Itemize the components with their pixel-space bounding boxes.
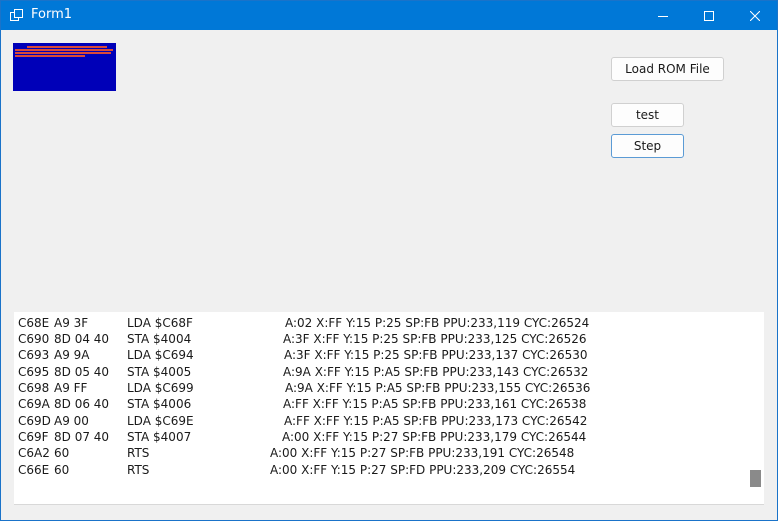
log-state: A:3F X:FF Y:15 P:25 SP:FB PPU:233,137 CY… [284, 348, 588, 362]
log-state: A:3F X:FF Y:15 P:25 SP:FB PPU:233,125 CY… [283, 332, 587, 346]
screen-text-line [15, 49, 113, 51]
minimize-icon [658, 15, 668, 17]
log-instruction: STA $4004 [127, 332, 192, 346]
log-instruction: STA $4006 [127, 397, 192, 411]
log-bytes: 8D 07 40 [54, 430, 110, 444]
log-row: C693 A9 9A LDA $C694 A:3F X:FF Y:15 P:25… [14, 347, 749, 363]
log-bytes: A9 9A [54, 348, 90, 362]
log-instruction: LDA $C694 [127, 348, 194, 362]
maximize-button[interactable] [686, 1, 732, 30]
log-bytes: 60 [54, 463, 70, 477]
main-window: Form1 Load ROM File test Step C68E A9 3F… [0, 0, 778, 521]
screen-text-line [27, 46, 107, 48]
log-state: A:00 X:FF Y:15 P:27 SP:FD PPU:233,209 CY… [270, 463, 576, 477]
log-instruction: LDA $C68F [127, 316, 193, 330]
app-window-icon [10, 9, 23, 21]
log-state: A:9A X:FF Y:15 P:A5 SP:FB PPU:233,155 CY… [285, 381, 591, 395]
log-address: C66E [18, 463, 50, 477]
log-instruction: LDA $C69E [127, 414, 194, 428]
load-rom-button[interactable]: Load ROM File [611, 57, 724, 81]
log-row: C69F 8D 07 40 STA $4007 A:00 X:FF Y:15 P… [14, 429, 749, 445]
minimize-button[interactable] [640, 1, 686, 30]
close-icon [750, 10, 760, 21]
log-state: A:FF X:FF Y:15 P:A5 SP:FB PPU:233,173 CY… [284, 414, 588, 428]
log-row: C66E 60 RTS A:00 X:FF Y:15 P:27 SP:FD PP… [14, 462, 749, 478]
log-address: C690 [18, 332, 50, 346]
screen-text-line [15, 55, 85, 57]
log-address: C69D [18, 414, 51, 428]
close-button[interactable] [732, 1, 778, 30]
log-row: C69D A9 00 LDA $C69E A:FF X:FF Y:15 P:A5… [14, 413, 749, 429]
log-row: C68E A9 3F LDA $C68F A:02 X:FF Y:15 P:25… [14, 315, 749, 331]
log-bytes: A9 00 [54, 414, 89, 428]
log-address: C693 [18, 348, 50, 362]
log-address: C698 [18, 381, 50, 395]
log-bytes: 8D 06 40 [54, 397, 110, 411]
log-state: A:FF X:FF Y:15 P:A5 SP:FB PPU:233,161 CY… [283, 397, 587, 411]
log-row: C698 A9 FF LDA $C699 A:9A X:FF Y:15 P:A5… [14, 380, 749, 396]
log-scrollbar[interactable] [749, 312, 764, 504]
log-state: A:00 X:FF Y:15 P:27 SP:FB PPU:233,179 CY… [282, 430, 587, 444]
log-address: C6A2 [18, 446, 50, 460]
log-instruction: STA $4005 [127, 365, 192, 379]
log-row: C695 8D 05 40 STA $4005 A:9A X:FF Y:15 P… [14, 364, 749, 380]
log-bytes: 8D 04 40 [54, 332, 110, 346]
log-row: C6A2 60 RTS A:00 X:FF Y:15 P:27 SP:FB PP… [14, 445, 749, 461]
log-scroll-thumb[interactable] [750, 470, 761, 487]
maximize-icon [704, 10, 714, 21]
log-bytes: A9 FF [54, 381, 88, 395]
log-instruction: RTS [127, 446, 150, 460]
step-button[interactable]: Step [611, 134, 684, 158]
log-bytes: A9 3F [54, 316, 89, 330]
window-title: Form1 [31, 7, 73, 22]
log-state: A:02 X:FF Y:15 P:25 SP:FB PPU:233,119 CY… [285, 316, 590, 330]
log-address: C68E [18, 316, 50, 330]
log-bytes: 60 [54, 446, 70, 460]
log-instruction: STA $4007 [127, 430, 192, 444]
screen-text-line [15, 52, 111, 54]
test-button[interactable]: test [611, 103, 684, 127]
log-row: C690 8D 04 40 STA $4004 A:3F X:FF Y:15 P… [14, 331, 749, 347]
log-state: A:00 X:FF Y:15 P:27 SP:FB PPU:233,191 CY… [270, 446, 575, 460]
log-instruction: RTS [127, 463, 150, 477]
log-state: A:9A X:FF Y:15 P:A5 SP:FB PPU:233,143 CY… [283, 365, 589, 379]
screen-preview [13, 43, 116, 91]
log-address: C695 [18, 365, 50, 379]
log-row: C69A 8D 06 40 STA $4006 A:FF X:FF Y:15 P… [14, 396, 749, 412]
title-bar[interactable]: Form1 [1, 1, 777, 30]
log-address: C69F [18, 430, 49, 444]
log-instruction: LDA $C699 [127, 381, 194, 395]
log-address: C69A [18, 397, 50, 411]
trace-log[interactable]: C68E A9 3F LDA $C68F A:02 X:FF Y:15 P:25… [14, 312, 764, 505]
log-bytes: 8D 05 40 [54, 365, 110, 379]
